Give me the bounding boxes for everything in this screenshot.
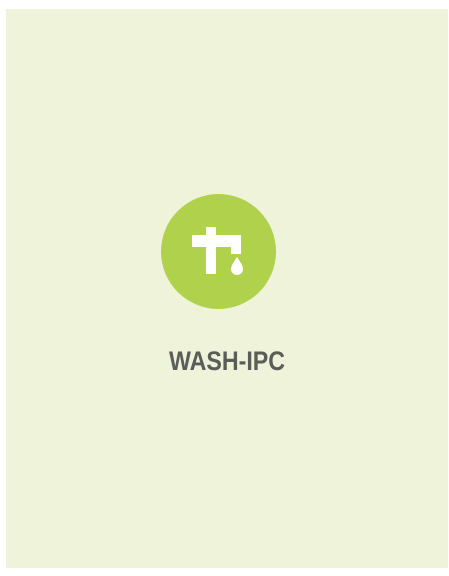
water-tap-icon: [161, 194, 276, 309]
tile-label: WASH-IPC: [168, 346, 286, 376]
wash-ipc-tile[interactable]: WASH-IPC: [6, 9, 448, 568]
